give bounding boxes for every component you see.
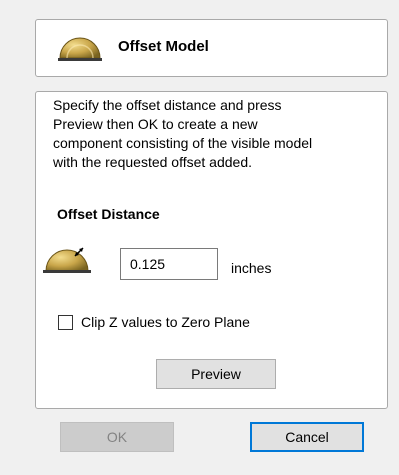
ok-button[interactable]: OK: [60, 422, 174, 452]
offset-dome-icon: [43, 247, 91, 273]
preview-button[interactable]: Preview: [156, 359, 276, 389]
offset-distance-heading: Offset Distance: [57, 206, 160, 222]
clip-z-label[interactable]: Clip Z values to Zero Plane: [81, 314, 250, 330]
clip-z-checkbox[interactable]: [58, 315, 73, 330]
units-label: inches: [231, 260, 272, 276]
offset-distance-input[interactable]: [120, 248, 218, 280]
cancel-button[interactable]: Cancel: [250, 422, 364, 452]
dome-model-icon: [58, 37, 102, 61]
instructions-text: Specify the offset distance and press Pr…: [53, 97, 313, 170]
title-panel: Offset Model: [35, 19, 388, 77]
dialog-title: Offset Model: [118, 38, 209, 55]
settings-panel: Specify the offset distance and press Pr…: [35, 91, 388, 409]
